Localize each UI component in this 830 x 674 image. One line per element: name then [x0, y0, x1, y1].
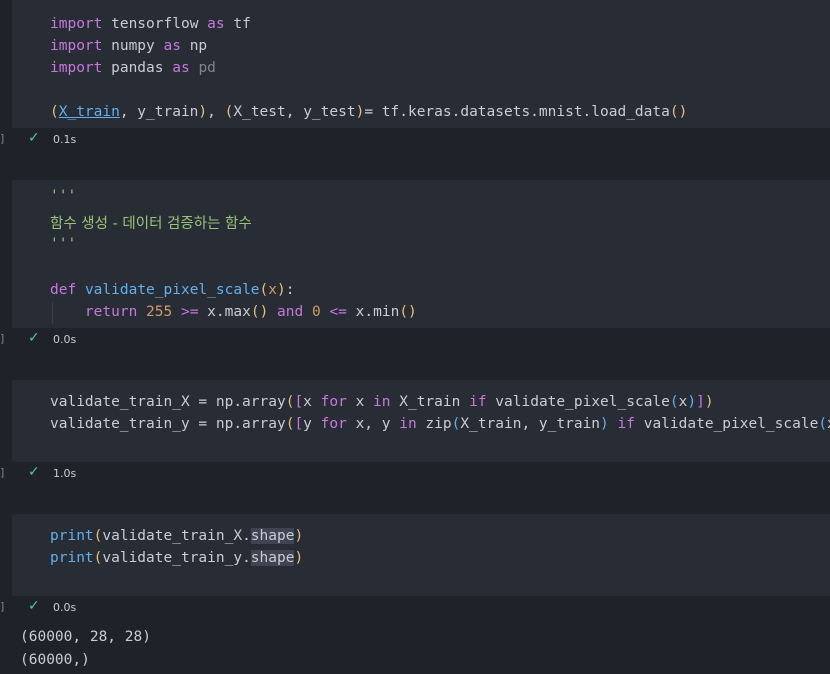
cell-bracket: ] — [0, 600, 5, 613]
code-line[interactable]: import pandas as pd — [50, 57, 216, 79]
output-line: (60000,) — [20, 652, 90, 668]
cell-bracket: ] — [0, 332, 5, 345]
code-line[interactable]: ''' — [50, 185, 76, 207]
code-cell-4[interactable]: print(validate_train_X.shape) print(vali… — [12, 514, 830, 596]
cell-status-3: ] ✓ 1.0s — [0, 462, 830, 484]
check-icon: ✓ — [28, 464, 40, 480]
code-cell-2[interactable]: ''' 함수 생성 - 데이터 검증하는 함수 ''' def validate… — [12, 180, 830, 328]
code-line[interactable]: print(validate_train_y.shape) — [50, 547, 303, 569]
check-icon: ✓ — [28, 330, 40, 346]
code-line[interactable]: import tensorflow as tf — [50, 13, 251, 35]
cell-bracket: ] — [0, 466, 5, 479]
check-icon: ✓ — [28, 598, 40, 614]
code-line[interactable]: 함수 생성 - 데이터 검증하는 함수 — [50, 213, 252, 235]
code-line[interactable]: validate_train_X = np.array([x for x in … — [50, 391, 714, 413]
code-line[interactable]: (X_train, y_train), (X_test, y_test)= tf… — [50, 101, 687, 123]
execution-time: 0.1s — [53, 133, 77, 146]
cell-status-1: ] ✓ 0.1s — [0, 128, 830, 150]
code-line[interactable]: validate_train_y = np.array([y for x, y … — [50, 413, 830, 435]
cell-status-4: ] ✓ 0.0s — [0, 596, 830, 618]
code-cell-3[interactable]: validate_train_X = np.array([x for x in … — [12, 380, 830, 462]
check-icon: ✓ — [28, 130, 40, 146]
code-line[interactable]: print(validate_train_X.shape) — [50, 525, 303, 547]
code-line[interactable]: import numpy as np — [50, 35, 207, 57]
cell-status-2: ] ✓ 0.0s — [0, 328, 830, 350]
code-cell-1[interactable]: import tensorflow as tf import numpy as … — [12, 0, 830, 128]
cell-bracket: ] — [0, 132, 5, 145]
execution-time: 0.0s — [53, 601, 77, 614]
output-line: (60000, 28, 28) — [20, 629, 151, 645]
code-line[interactable]: return 255 >= x.max() and 0 <= x.min() — [50, 301, 417, 323]
code-line[interactable]: def validate_pixel_scale(x): — [50, 279, 294, 301]
code-line[interactable]: ''' — [50, 233, 76, 255]
execution-time: 1.0s — [53, 467, 77, 480]
cell-output: (60000, 28, 28) (60000,) — [0, 618, 830, 674]
execution-time: 0.0s — [53, 333, 77, 346]
